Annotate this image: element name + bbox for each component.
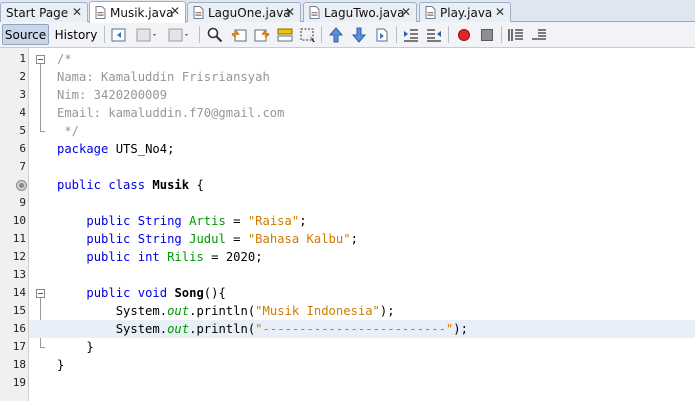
tab-label: Start Page [6,5,69,20]
find-next-icon[interactable] [253,26,271,44]
line-number: 11 [12,232,26,245]
last-edit-icon[interactable] [110,26,128,44]
close-icon[interactable]: ✕ [495,6,505,19]
editor-tab-bar: Start Page ✕ Musik.java ✕ LaguOne.java ✕… [0,0,695,23]
close-icon[interactable]: ✕ [72,6,82,19]
tab-lagutwo-java[interactable]: LaguTwo.java ✕ [303,2,417,22]
code-line[interactable]: */ [29,122,695,140]
next-bookmark-icon[interactable] [350,26,368,44]
tab-label: LaguOne.java [208,5,291,20]
tab-label: Play.java [440,5,493,20]
toggle-highlight-icon[interactable] [276,26,294,44]
code-line[interactable] [29,194,695,212]
shift-right-icon[interactable] [425,26,443,44]
toolbar-separator [104,26,105,43]
code-line[interactable]: public String Artis = "Raisa"; [29,212,695,230]
line-number: 4 [19,106,26,119]
code-line[interactable] [29,266,695,284]
editor-toolbar: Source History [0,22,695,48]
previous-bookmark-icon[interactable] [327,26,345,44]
line-number: 19 [12,376,26,389]
code-line[interactable]: public String Judul = "Bahasa Kalbu"; [29,230,695,248]
tab-start-page[interactable]: Start Page ✕ [0,2,88,22]
line-number: 7 [19,160,26,173]
source-view-button[interactable]: Source [2,24,49,45]
line-number: 12 [12,250,26,263]
forward-icon[interactable] [167,26,188,44]
code-line[interactable]: System.out.println("--------------------… [29,320,695,338]
line-number: 6 [19,142,26,155]
line-number: 5 [19,124,26,137]
find-icon[interactable] [206,26,224,44]
line-number: 17 [12,340,26,353]
code-line[interactable]: package UTS_No4; [29,140,695,158]
code-line[interactable]: } [29,356,695,374]
tab-play-java[interactable]: Play.java ✕ [419,2,511,22]
close-icon[interactable]: ✕ [170,5,180,18]
back-icon[interactable] [135,26,156,44]
code-line[interactable]: System.out.println("Musik Indonesia"); [29,302,695,320]
code-line[interactable]: } [29,338,695,356]
tab-label: Musik.java [110,5,174,20]
find-previous-icon[interactable] [230,26,248,44]
code-line[interactable] [29,158,695,176]
code-line[interactable]: public class Musik { [29,176,695,194]
line-number: 2 [19,70,26,83]
close-icon[interactable]: ✕ [401,6,411,19]
code-line[interactable]: public void Song(){ [29,284,695,302]
stop-macro-recording-icon[interactable] [478,26,496,44]
code-line[interactable]: Nim: 3420200009 [29,86,695,104]
java-file-icon [95,6,106,19]
toolbar-separator [448,26,449,43]
line-number: 14 [12,286,26,299]
java-file-icon [425,6,436,19]
java-file-icon [193,6,204,19]
line-number: 9 [19,196,26,209]
tab-musik-java[interactable]: Musik.java ✕ [89,1,186,23]
shift-left-icon[interactable] [402,26,420,44]
java-file-icon [309,6,320,19]
comment-icon[interactable] [507,26,525,44]
tab-label: LaguTwo.java [324,5,405,20]
code-line[interactable]: Nama: Kamaluddin Frisriansyah [29,68,695,86]
line-number: 13 [12,268,26,281]
line-number: 15 [12,304,26,317]
toolbar-separator [396,26,397,43]
code-line[interactable] [29,374,695,392]
line-marker-icon[interactable] [16,180,27,191]
line-number: 18 [12,358,26,371]
toggle-bookmark-icon[interactable] [373,26,391,44]
toolbar-separator [501,26,502,43]
tab-laguone-java[interactable]: LaguOne.java ✕ [187,2,301,22]
close-icon[interactable]: ✕ [285,6,295,19]
line-number: 16 [12,322,26,335]
rectangular-selection-icon[interactable] [299,26,317,44]
toolbar-separator [321,26,322,43]
uncomment-icon[interactable] [530,26,548,44]
code-line[interactable]: Email: kamaluddin.f70@gmail.com [29,104,695,122]
code-line[interactable]: /* [29,50,695,68]
line-number: 10 [12,214,26,227]
line-number: 3 [19,88,26,101]
start-macro-recording-icon[interactable] [455,26,473,44]
line-number: 1 [19,52,26,65]
history-view-button[interactable]: History [52,24,100,45]
toolbar-separator [199,26,200,43]
code-line[interactable]: public int Rilis = 2020; [29,248,695,266]
